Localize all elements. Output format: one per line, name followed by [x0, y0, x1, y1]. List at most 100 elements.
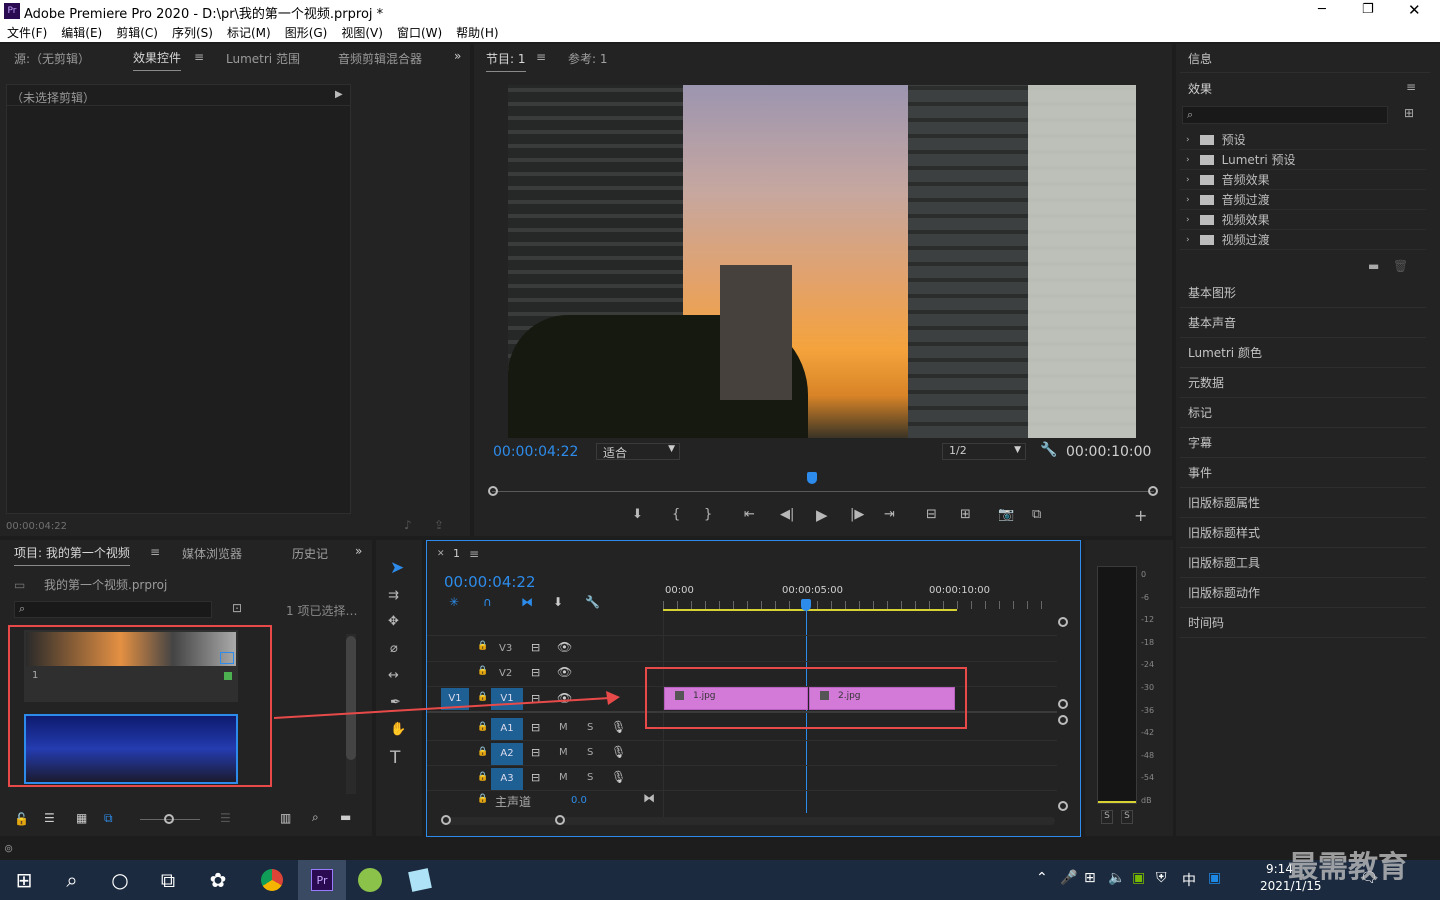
lock-icon[interactable]: 🔒 [477, 747, 488, 757]
menu-marker[interactable]: 标记(M) [227, 24, 271, 41]
menu-edit[interactable]: 编辑(E) [61, 24, 102, 41]
go-to-out-icon[interactable]: ⇥ [884, 507, 895, 522]
qq-icon[interactable]: ▣ [1208, 870, 1221, 886]
effects-header[interactable]: 效果 [1188, 80, 1212, 97]
work-area-bar[interactable] [663, 609, 957, 611]
export-icon[interactable]: ⇪ [434, 518, 444, 532]
start-windows-icon[interactable]: ⊞ [0, 860, 48, 900]
close-button[interactable]: ✕ [1408, 1, 1421, 19]
mute-button[interactable]: M [559, 772, 568, 783]
menu-sequence[interactable]: 序列(S) [172, 24, 213, 41]
overflow-chevron-icon[interactable]: » [454, 49, 461, 63]
effects-folder-item[interactable]: › 音频效果 [1180, 170, 1426, 190]
list-view-icon[interactable]: ☰ [44, 811, 55, 825]
panel-item[interactable]: 标记 [1180, 398, 1426, 428]
new-bin-icon[interactable]: ⊡ [232, 601, 242, 615]
add-marker-icon[interactable]: ⬇ [632, 507, 643, 522]
timeline-hscroll[interactable] [445, 817, 1055, 825]
panel-item[interactable]: 事件 [1180, 458, 1426, 488]
menu-clip[interactable]: 剪辑(C) [116, 24, 158, 41]
tab-source[interactable]: 源:（无剪辑） [14, 50, 90, 67]
nvidia-icon[interactable]: ▣ [1132, 870, 1145, 886]
chevron-up-icon[interactable]: ⌃ [1036, 870, 1048, 886]
effects-folder-item[interactable]: › 音频过渡 [1180, 190, 1426, 210]
vscroll-handle-mid2[interactable] [1058, 715, 1068, 725]
mark-out-icon[interactable]: } [704, 507, 712, 522]
premiere-taskbar-icon[interactable]: Pr [298, 860, 346, 900]
tab-program[interactable]: 节目: 1 [486, 50, 526, 72]
razor-tool-icon[interactable]: ⌀ [390, 641, 398, 656]
sync-icon[interactable]: ⊟ [531, 641, 540, 654]
lock-icon[interactable]: 🔒 [477, 666, 488, 676]
step-back-icon[interactable]: ◀| [780, 507, 794, 522]
panel-item[interactable]: 基本图形 [1180, 278, 1426, 308]
selection-tool-icon[interactable]: ➤ [390, 558, 404, 578]
scrub-start-handle[interactable] [488, 486, 498, 496]
menu-view[interactable]: 视图(V) [341, 24, 383, 41]
chrome-icon[interactable] [248, 860, 296, 900]
extract-icon[interactable]: ⊞ [960, 507, 971, 522]
type-tool-icon[interactable]: T [390, 748, 400, 768]
delete-icon[interactable]: 🗑 [1393, 259, 1408, 273]
program-timecode[interactable]: 00:00:04:22 [493, 444, 578, 460]
ime-label[interactable]: 中 [1182, 870, 1196, 890]
minimize-button[interactable]: ─ [1318, 2, 1326, 17]
project-search-input[interactable]: ⌕ [14, 601, 212, 618]
track-label-a2[interactable]: A2 [491, 743, 523, 765]
lock-icon[interactable]: 🔒 [477, 794, 488, 804]
info-header[interactable]: 信息 [1188, 50, 1212, 67]
menu-graphics[interactable]: 图形(G) [285, 24, 328, 41]
tab-sequence[interactable]: 1 [453, 547, 460, 560]
overflow-chevron-icon[interactable]: » [355, 544, 362, 558]
effects-folder-item[interactable]: › Lumetri 预设 [1180, 150, 1426, 170]
tab-media-browser[interactable]: 媒体浏览器 [182, 545, 242, 562]
menu-icon[interactable]: ≡ [194, 50, 204, 64]
panel-item[interactable]: Lumetri 颜色 [1180, 338, 1426, 368]
linked-selection-icon[interactable]: ⧓ [521, 595, 533, 609]
panel-item[interactable]: 旧版标题工具 [1180, 548, 1426, 578]
add-button-icon[interactable]: + [1134, 506, 1147, 525]
panel-item[interactable]: 旧版标题样式 [1180, 518, 1426, 548]
solo-button-left[interactable]: S [1101, 810, 1113, 824]
voiceover-mic-icon[interactable]: 🎙 [611, 770, 626, 784]
wrench-icon[interactable]: 🔧 [1040, 442, 1057, 458]
mix-value[interactable]: 0.0 [571, 795, 587, 806]
new-custom-bin-icon[interactable]: ▬ [1368, 259, 1379, 273]
icon-view-icon[interactable]: ▦ [76, 811, 87, 825]
eye-icon[interactable]: 👁 [557, 640, 572, 654]
solo-button-right[interactable]: S [1121, 810, 1133, 824]
eye-icon[interactable]: 👁 [557, 665, 572, 679]
cortana-circle-icon[interactable]: ○ [96, 860, 144, 900]
maximize-button[interactable]: ❐ [1362, 2, 1374, 17]
panel-item[interactable]: 基本声音 [1180, 308, 1426, 338]
pinwheel-app-icon[interactable]: ✿ [194, 860, 242, 900]
resolution-dropdown[interactable]: 1/2 ▼ [942, 443, 1026, 460]
nest-icon[interactable]: ✳ [449, 595, 459, 609]
tab-effect-controls[interactable]: 效果控件 [133, 49, 182, 71]
panel-item[interactable]: 旧版标题动作 [1180, 578, 1426, 608]
play-icon[interactable]: ▶ [816, 506, 828, 524]
tab-history[interactable]: 历史记 [292, 545, 328, 562]
lift-icon[interactable]: ⊟ [926, 507, 937, 522]
bowtie-icon[interactable]: ⧓ [643, 791, 655, 805]
security-icon[interactable]: ⛨ [1156, 870, 1167, 886]
tab-audio-clip-mixer[interactable]: 音频剪辑混合器 [338, 50, 422, 67]
wrench-icon[interactable]: 🔧 [585, 595, 600, 609]
panel-item[interactable]: 时间码 [1180, 608, 1426, 638]
menu-window[interactable]: 窗口(W) [397, 24, 442, 41]
network-icon[interactable]: ⊞ [1084, 870, 1096, 886]
lock-icon[interactable]: 🔒 [477, 772, 488, 782]
program-playhead[interactable] [807, 472, 818, 484]
add-marker-icon[interactable]: ⬇ [553, 595, 563, 609]
menu-icon[interactable]: ≡ [469, 547, 479, 561]
scroll-start-handle[interactable] [441, 815, 451, 825]
menu-icon[interactable]: ≡ [150, 545, 160, 559]
zoom-slider-handle[interactable] [164, 814, 174, 824]
panel-item[interactable]: 旧版标题属性 [1180, 488, 1426, 518]
effects-search-input[interactable]: ⌕ [1182, 106, 1388, 124]
microphone-icon[interactable]: 🎤 [1060, 870, 1077, 886]
lock-icon[interactable]: 🔓 [14, 812, 29, 826]
track-label-a3[interactable]: A3 [491, 768, 523, 790]
mark-in-icon[interactable]: { [672, 507, 680, 522]
sync-icon[interactable]: ⊟ [531, 771, 540, 784]
